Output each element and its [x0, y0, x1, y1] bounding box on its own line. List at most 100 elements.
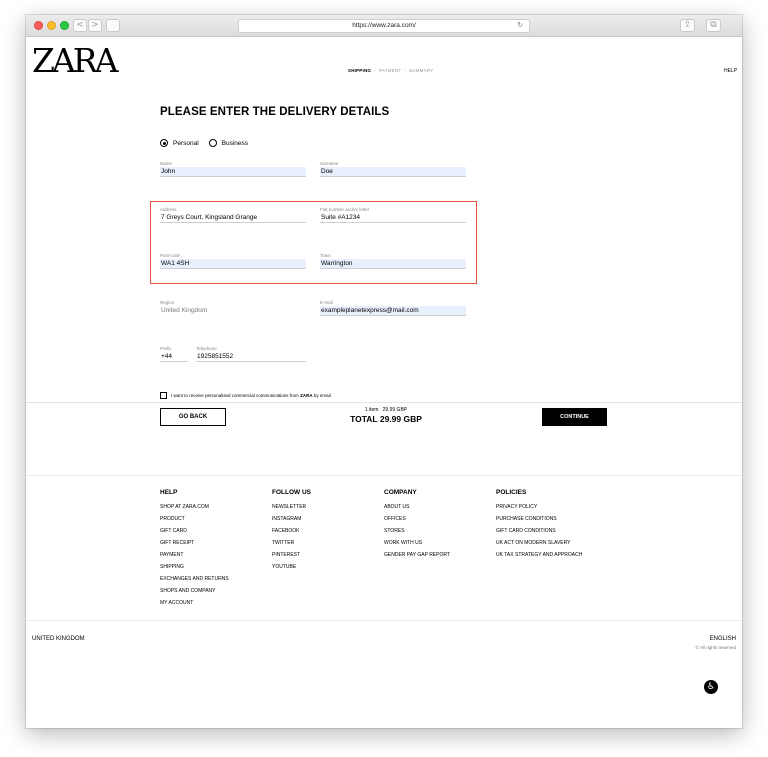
page-title: PLEASE ENTER THE DELIVERY DETAILS [160, 106, 390, 118]
total-value: 29.99 GBP [379, 414, 422, 424]
footer-link[interactable]: PINTEREST [272, 549, 311, 561]
order-bar-divider [26, 402, 742, 403]
footer-link[interactable]: NEWSLETTER [272, 501, 311, 513]
telephone-input[interactable]: 1925851552 [196, 352, 306, 362]
continue-button[interactable]: CONTINUE [542, 408, 607, 426]
step-separator: - [374, 68, 376, 73]
footer-column-help: HELP SHOP AT ZARA.COM PRODUCT GIFT CARD … [160, 489, 229, 609]
copyright-text: © All rights reserved [695, 645, 736, 650]
footer-link[interactable]: FACEBOOK [272, 525, 311, 537]
zoom-window-button[interactable] [60, 21, 69, 30]
flat-field[interactable]: Flat number and/or letter Suite #A1234 [320, 207, 466, 223]
footer-heading: HELP [160, 489, 178, 496]
prefix-field[interactable]: Prefix +44 [160, 346, 188, 362]
page-content: ZARA SHIPPING - PAYMENT - SUMMARY HELP PLEAS… [26, 38, 742, 728]
footer-column-policies: POLICIES PRIVACY POLICY PURCHASE CONDITI… [496, 489, 582, 561]
footer-link[interactable]: PRIVACY POLICY [496, 501, 582, 513]
email-input[interactable]: exampleplanetexpress@mail.com [320, 306, 466, 316]
footer-link[interactable]: PURCHASE CONDITIONS [496, 513, 582, 525]
address-input[interactable]: 7 Greys Court, Kingsland Grange [160, 213, 306, 223]
footer-link[interactable]: WORK WITH US [384, 537, 450, 549]
footer-column-follow-us: FOLLOW US NEWSLETTER INSTAGRAM FACEBOOK … [272, 489, 311, 573]
back-icon[interactable]: < [73, 19, 87, 32]
footer-link[interactable]: SHOPS AND COMPANY [160, 585, 229, 597]
town-input[interactable]: Warrington [320, 259, 466, 269]
footer-link[interactable]: INSTAGRAM [272, 513, 311, 525]
prefix-input[interactable]: +44 [160, 352, 188, 362]
footer-link[interactable]: UK TAX STRATEGY AND APPROACH [496, 549, 582, 561]
address-bar[interactable]: https://www.zara.com/ ↻ [238, 19, 530, 33]
region-field[interactable]: Region United Kingdom [160, 300, 306, 316]
footer-link[interactable]: UK ACT ON MODERN SLAVERY [496, 537, 582, 549]
items-label: 1 item [364, 407, 379, 413]
order-total: TOTAL 29.99 GBP [346, 414, 426, 424]
business-label[interactable]: Business [222, 140, 248, 147]
footer-link[interactable]: GIFT CARD [160, 525, 229, 537]
step-summary: SUMMARY [409, 68, 434, 73]
accessibility-icon[interactable]: ♿ [704, 680, 718, 694]
step-payment: PAYMENT [378, 68, 402, 73]
footer-link[interactable]: ABOUT US [384, 501, 450, 513]
flat-input[interactable]: Suite #A1234 [320, 213, 466, 223]
share-icon[interactable]: ⇪ [680, 19, 695, 32]
step-separator: - [404, 68, 407, 73]
personal-label[interactable]: Personal [173, 140, 199, 147]
business-radio[interactable] [208, 139, 217, 147]
footer-column-company: COMPANY ABOUT US OFFICES STORES WORK WIT… [384, 489, 450, 561]
tabs-icon[interactable]: ⧉ [706, 19, 721, 32]
browser-window: < > https://www.zara.com/ ↻ ⇪ ⧉ ZARA SHI… [26, 15, 742, 728]
step-shipping: SHIPPING [348, 68, 372, 73]
reload-icon[interactable]: ↻ [517, 20, 523, 32]
marketing-checkbox[interactable] [160, 392, 167, 399]
item-count: 1 item 29.99 GBP [346, 407, 426, 413]
footer-link[interactable]: SHIPPING [160, 561, 229, 573]
go-back-button[interactable]: GO BACK [160, 408, 226, 426]
footer-link[interactable]: EXCHANGES AND RETURNS [160, 573, 229, 585]
telephone-field[interactable]: Telephone 1925851552 [196, 346, 306, 362]
minimize-window-button[interactable] [47, 21, 56, 30]
address-field[interactable]: Address 7 Greys Court, Kingsland Grange [160, 207, 306, 223]
footer-link[interactable]: TWITTER [272, 537, 311, 549]
personal-radio[interactable] [160, 139, 168, 147]
surname-input[interactable]: Doe [320, 167, 466, 177]
country-selector[interactable]: UNITED KINGDOM [32, 636, 85, 642]
footer-heading: FOLLOW US [272, 489, 311, 496]
footer-link[interactable]: STORES [384, 525, 450, 537]
zara-logo[interactable]: ZARA [32, 44, 118, 77]
order-summary: 1 item 29.99 GBP TOTAL 29.99 GBP [346, 407, 426, 424]
customer-type-selector: Personal Business [160, 139, 258, 147]
footer-link[interactable]: OFFICES [384, 513, 450, 525]
footer-bottom-divider [26, 620, 742, 621]
help-link[interactable]: HELP [724, 68, 737, 74]
close-window-button[interactable] [34, 21, 43, 30]
footer-link[interactable]: MY ACCOUNT [160, 597, 229, 609]
postcode-input[interactable]: WA1 4SH [160, 259, 306, 269]
postcode-field[interactable]: Post code WA1 4SH [160, 253, 306, 269]
town-field[interactable]: Town Warrington [320, 253, 466, 269]
email-field[interactable]: E-mail exampleplanetexpress@mail.com [320, 300, 466, 316]
marketing-consent: I want to receive personalised commercia… [160, 392, 332, 399]
footer-link[interactable]: GIFT RECEIPT [160, 537, 229, 549]
footer-link[interactable]: PAYMENT [160, 549, 229, 561]
footer-link[interactable]: PRODUCT [160, 513, 229, 525]
footer-divider [26, 475, 742, 476]
name-field[interactable]: Name John [160, 161, 306, 177]
sidebar-icon[interactable] [106, 19, 120, 32]
footer-link[interactable]: GIFT CARD CONDITIONS [496, 525, 582, 537]
marketing-brand: ZARA [300, 393, 313, 398]
footer-link[interactable]: GENDER PAY GAP REPORT [384, 549, 450, 561]
url-text: https://www.zara.com/ [352, 22, 416, 29]
footer-link[interactable]: YOUTUBE [272, 561, 311, 573]
browser-toolbar: < > https://www.zara.com/ ↻ ⇪ ⧉ [26, 15, 742, 37]
footer-heading: COMPANY [384, 489, 417, 496]
region-value[interactable]: United Kingdom [160, 306, 306, 316]
checkout-steps: SHIPPING - PAYMENT - SUMMARY [348, 68, 433, 73]
total-label: TOTAL [350, 414, 378, 424]
surname-field[interactable]: Surname Doe [320, 161, 466, 177]
forward-icon[interactable]: > [88, 19, 102, 32]
footer-link[interactable]: SHOP AT ZARA.COM [160, 501, 229, 513]
footer-heading: POLICIES [496, 489, 527, 496]
language-selector[interactable]: ENGLISH [710, 636, 736, 642]
marketing-text: I want to receive personalised commercia… [171, 393, 299, 398]
name-input[interactable]: John [160, 167, 306, 177]
